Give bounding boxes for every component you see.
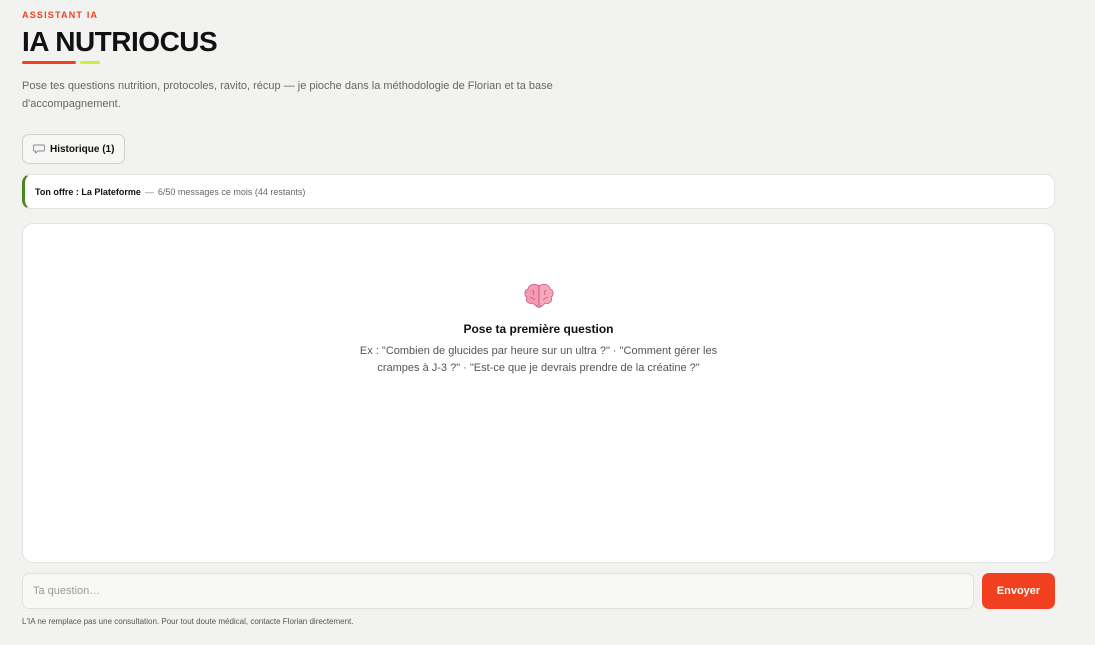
history-button[interactable]: Historique (1) (22, 134, 126, 164)
plan-label: Ton offre : La Plateforme (35, 186, 141, 197)
history-button-label: Historique (1) (50, 143, 115, 155)
send-button[interactable]: Envoyer (982, 573, 1055, 609)
page-title: IA NUTRIOCUS (22, 26, 218, 57)
composer: Envoyer (22, 573, 1055, 609)
empty-state: Pose ta première question Ex : "Combien … (23, 282, 1054, 377)
speech-bubble-icon (33, 144, 45, 154)
empty-state-title: Pose ta première question (463, 322, 614, 336)
disclaimer-text: L'IA ne remplace pas une consultation. P… (22, 617, 354, 626)
chat-panel: Pose ta première question Ex : "Combien … (22, 223, 1055, 563)
eyebrow-label: ASSISTANT IA (22, 10, 99, 20)
page-subtitle: Pose tes questions nutrition, protocoles… (22, 80, 553, 110)
question-input[interactable] (22, 573, 974, 609)
underline-bar-red (22, 61, 76, 64)
plan-separator: — (144, 186, 154, 197)
plan-quota: 6/50 messages ce mois (44 restants) (157, 186, 306, 197)
brain-icon (523, 283, 554, 308)
underline-bar-lime (80, 61, 100, 64)
title-underline (22, 61, 100, 64)
empty-state-examples: Ex : "Combien de glucides par heure sur … (359, 345, 718, 374)
plan-info-banner: Ton offre : La Plateforme — 6/50 message… (22, 174, 1055, 209)
